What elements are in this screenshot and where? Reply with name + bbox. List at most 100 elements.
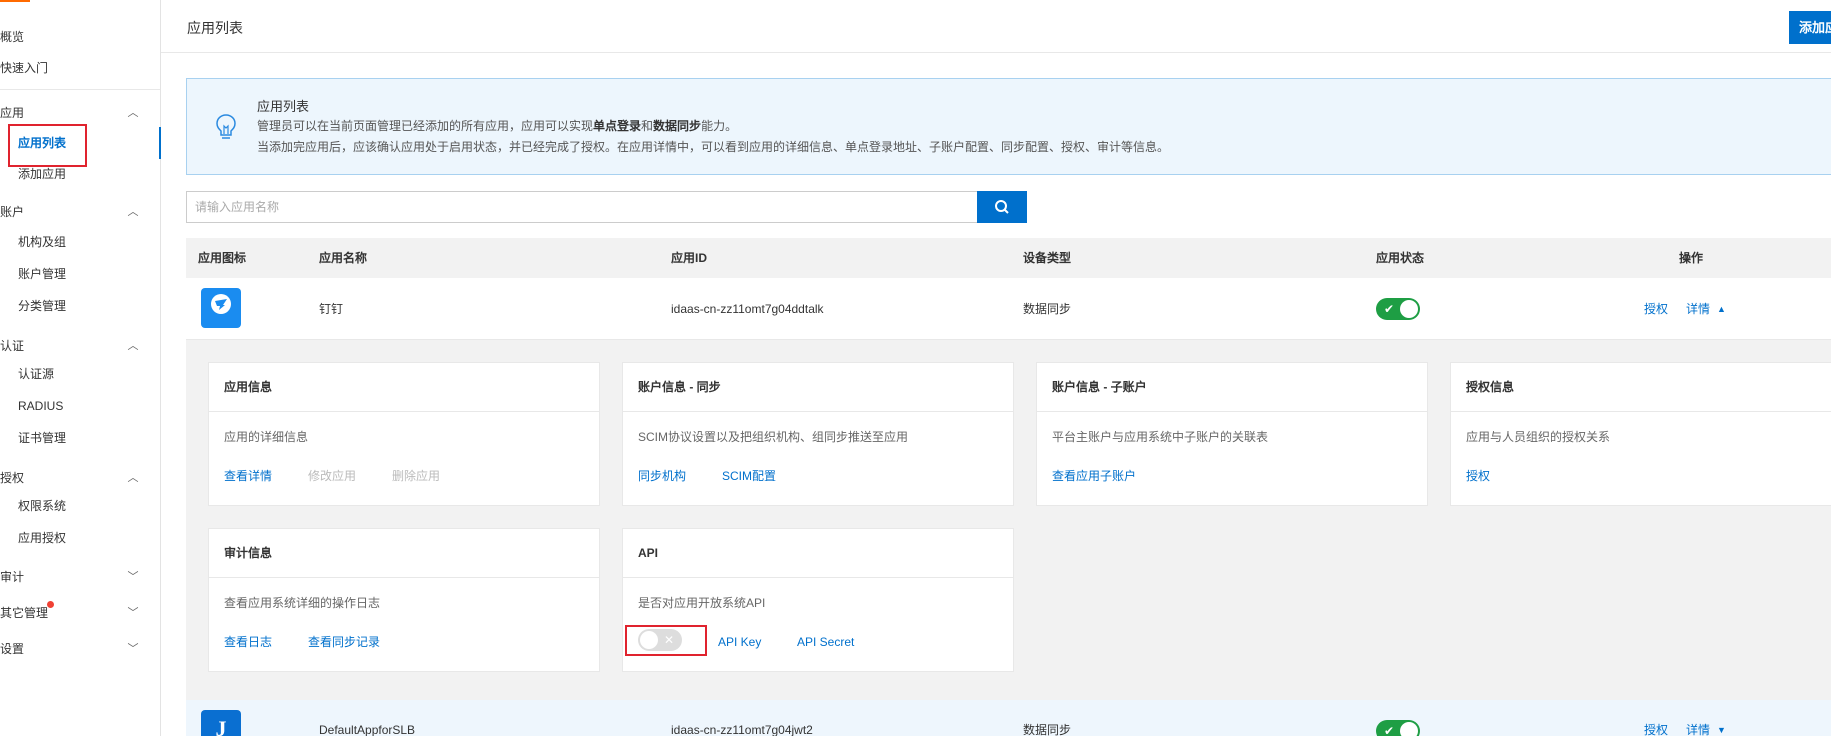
dingtalk-logo-icon <box>211 294 231 314</box>
api-key-link[interactable]: API Key <box>718 635 761 649</box>
caret-down-icon: ▼ <box>1717 725 1726 735</box>
authorize-link[interactable]: 授权 <box>1644 278 1668 340</box>
lightbulb-icon <box>216 114 236 139</box>
sidebar-item-category-mgmt[interactable]: 分类管理 <box>18 296 66 316</box>
highlight-box <box>8 124 87 167</box>
sidebar-item-cert-mgmt[interactable]: 证书管理 <box>18 428 66 448</box>
authorize-link[interactable]: 授权 <box>1644 700 1668 736</box>
search-icon <box>995 200 1009 214</box>
card-description: 应用的详细信息 <box>224 430 309 444</box>
main-content: 应用列表 添加应用 应用列表 管理员可以在当前页面管理已经添加的所有应用，应用可… <box>161 0 1831 736</box>
card-title: API <box>638 546 659 560</box>
column-header: 应用状态 <box>1376 251 1425 265</box>
sidebar-group-other[interactable]: 其它管理 ﹀ <box>0 603 140 623</box>
divider <box>209 577 599 578</box>
view-sync-records-link[interactable]: 查看同步记录 <box>308 633 380 650</box>
info-notice: 应用列表 管理员可以在当前页面管理已经添加的所有应用，应用可以实现单点登录和数据… <box>186 78 1831 175</box>
sidebar-group-authorization[interactable]: 授权 ︿ <box>0 468 140 488</box>
app-icon-letter: J <box>215 716 227 736</box>
notice-line-1: 管理员可以在当前页面管理已经添加的所有应用，应用可以实现单点登录和数据同步能力。 <box>257 119 738 133</box>
sidebar-group-label: 审计 <box>0 570 25 584</box>
sidebar-item-org[interactable]: 机构及组 <box>18 232 66 252</box>
app-id: idaas-cn-zz11omt7g04ddtalk <box>671 302 824 316</box>
divider <box>1451 411 1831 412</box>
chevron-up-icon: ︿ <box>127 340 139 352</box>
chevron-down-icon: ﹀ <box>127 607 139 619</box>
sidebar-group-audit[interactable]: 审计 ﹀ <box>0 567 140 587</box>
detail-link-label: 详情 <box>1686 723 1711 736</box>
divider <box>623 411 1013 412</box>
page-title: 应用列表 <box>187 20 243 36</box>
card-description: SCIM协议设置以及把组织机构、组同步推送至应用 <box>638 430 909 444</box>
app-status-toggle[interactable]: ✔ <box>1376 298 1420 320</box>
check-icon: ✔ <box>1384 302 1395 316</box>
sidebar-divider <box>0 89 160 90</box>
authorize-card-link[interactable]: 授权 <box>1466 467 1490 484</box>
highlight-box <box>625 625 707 656</box>
delete-app-link[interactable]: 删除应用 <box>392 467 440 484</box>
app-info-card: 应用信息 应用的详细信息 查看详情 修改应用 删除应用 <box>208 362 600 506</box>
toggle-knob <box>1400 300 1418 318</box>
view-logs-link[interactable]: 查看日志 <box>224 633 272 650</box>
card-description: 是否对应用开放系统API <box>638 596 766 610</box>
detail-link[interactable]: 详情 ▲ <box>1686 278 1726 340</box>
sidebar-item-add-app[interactable]: 添加应用 <box>18 164 66 184</box>
divider <box>1037 411 1427 412</box>
api-secret-link[interactable]: API Secret <box>797 635 854 649</box>
caret-up-icon: ▲ <box>1717 304 1726 314</box>
sidebar-item-radius[interactable]: RADIUS <box>18 396 63 416</box>
toggle-knob <box>1400 722 1418 736</box>
view-details-link[interactable]: 查看详情 <box>224 467 272 484</box>
sidebar-item-account-mgmt[interactable]: 账户管理 <box>18 264 66 284</box>
card-description: 应用与人员组织的授权关系 <box>1466 430 1611 444</box>
app-letter-icon: J <box>201 710 241 736</box>
scim-config-link[interactable]: SCIM配置 <box>722 467 776 484</box>
card-title: 审计信息 <box>224 546 273 560</box>
app-name: DefaultAppforSLB <box>319 723 416 736</box>
add-app-button[interactable]: 添加应用 <box>1789 11 1831 44</box>
column-header: 设备类型 <box>1023 251 1072 265</box>
column-header: 应用图标 <box>198 251 247 265</box>
chevron-up-icon: ︿ <box>127 472 139 484</box>
sidebar-group-apps[interactable]: 应用 ︿ <box>0 103 140 123</box>
sidebar-group-label: 设置 <box>0 642 25 656</box>
table-row: 钉钉 idaas-cn-zz11omt7g04ddtalk 数据同步 ✔ 授权 … <box>186 278 1831 340</box>
page-header: 应用列表 添加应用 <box>161 0 1831 53</box>
sync-org-link[interactable]: 同步机构 <box>638 467 686 484</box>
app-status-toggle[interactable]: ✔ <box>1376 720 1420 736</box>
sidebar-item-permission-system[interactable]: 权限系统 <box>18 496 66 516</box>
sidebar-item-auth-source[interactable]: 认证源 <box>18 364 54 384</box>
card-title: 账户信息 - 子账户 <box>1052 380 1147 394</box>
notice-title: 应用列表 <box>257 99 310 114</box>
auth-info-card: 授权信息 应用与人员组织的授权关系 授权 <box>1450 362 1831 506</box>
column-header: 应用名称 <box>319 251 368 265</box>
sidebar-item-overview[interactable]: 概览 <box>0 27 24 47</box>
app-detail-panel: 应用信息 应用的详细信息 查看详情 修改应用 删除应用 账户信息 - 同步 SC… <box>186 340 1831 700</box>
sidebar-group-auth[interactable]: 认证 ︿ <box>0 336 140 356</box>
sidebar-group-label: 账户 <box>0 205 25 219</box>
chevron-down-icon: ﹀ <box>127 571 139 583</box>
edit-app-link[interactable]: 修改应用 <box>308 467 356 484</box>
sidebar-group-accounts[interactable]: 账户 ︿ <box>0 202 140 222</box>
sidebar-item-app-authorization[interactable]: 应用授权 <box>18 528 66 548</box>
view-subaccounts-link[interactable]: 查看应用子账户 <box>1052 467 1136 484</box>
app-name: 钉钉 <box>319 302 344 316</box>
divider <box>209 411 599 412</box>
search-box <box>186 191 978 223</box>
column-header: 应用ID <box>671 251 708 265</box>
card-description: 平台主账户与应用系统中子账户的关联表 <box>1052 430 1269 444</box>
sidebar-group-settings[interactable]: 设置 ﹀ <box>0 639 140 659</box>
card-title: 账户信息 - 同步 <box>638 380 721 394</box>
notice-line-2: 当添加完应用后，应该确认应用处于启用状态，并已经完成了授权。在应用详情中，可以看… <box>257 140 1170 154</box>
detail-link[interactable]: 详情 ▼ <box>1686 700 1726 736</box>
check-icon: ✔ <box>1384 724 1395 736</box>
table-header: 应用图标 应用名称 应用ID 设备类型 应用状态 操作 <box>186 238 1831 278</box>
api-card: API 是否对应用开放系统API ✕ API Key API Secret <box>622 528 1014 672</box>
search-button[interactable] <box>977 191 1027 223</box>
sidebar-item-quickstart[interactable]: 快速入门 <box>0 58 48 78</box>
dingtalk-icon <box>201 288 241 328</box>
search-input[interactable] <box>187 192 977 222</box>
device-type: 数据同步 <box>1023 302 1072 316</box>
card-title: 应用信息 <box>224 380 273 394</box>
sidebar: 概览 快速入门 应用 ︿ 应用列表 添加应用 账户 ︿ 机构及组 账户管理 分类… <box>0 0 161 736</box>
